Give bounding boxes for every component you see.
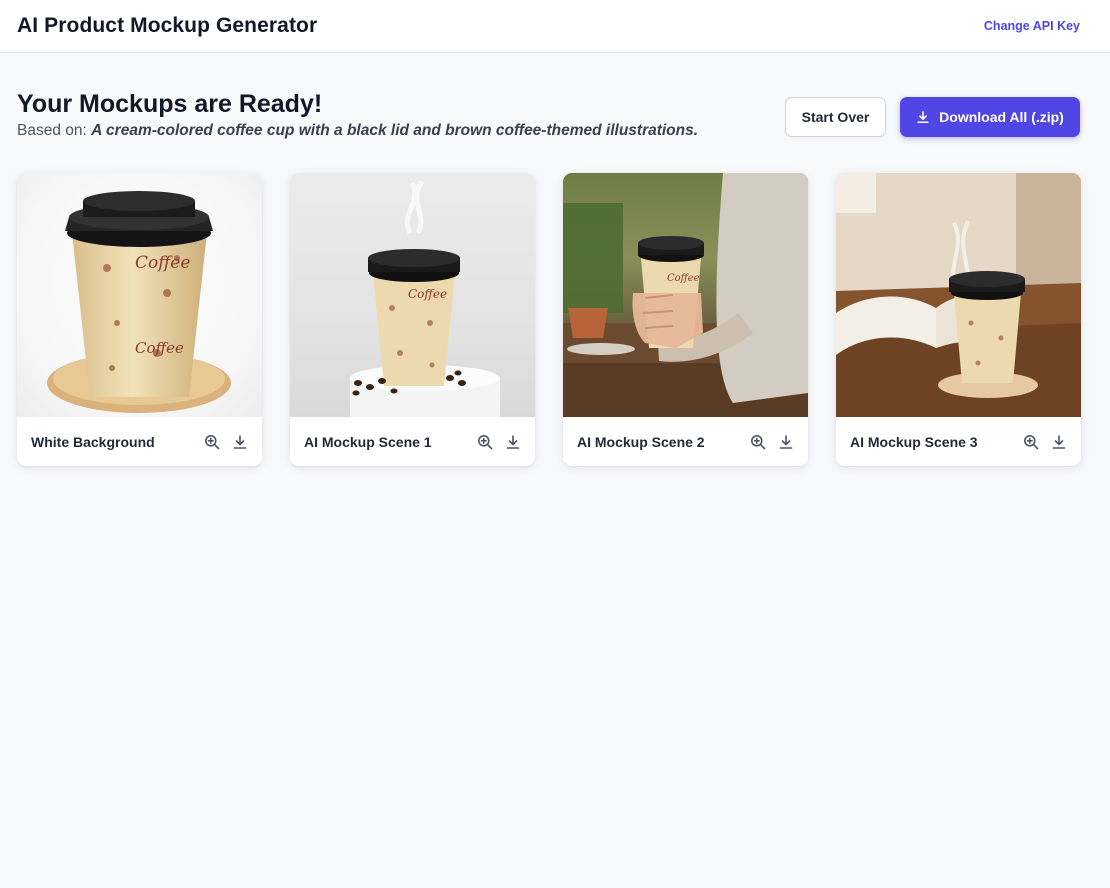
- mockup-grid: Coffee Coffee White Background Coffee AI…: [17, 173, 1081, 466]
- results-heading-block: Your Mockups are Ready! Based on: A crea…: [17, 89, 698, 140]
- mockup-card: Coffee AI Mockup Scene 2: [563, 173, 808, 466]
- results-header: Your Mockups are Ready! Based on: A crea…: [17, 89, 1080, 140]
- based-on-prefix: Based on:: [17, 122, 87, 139]
- download-all-button[interactable]: Download All (.zip): [900, 97, 1080, 137]
- download-icon[interactable]: [504, 433, 521, 450]
- mockup-card-footer: White Background: [17, 417, 262, 466]
- mockup-card-footer: AI Mockup Scene 1: [290, 417, 535, 466]
- mockup-label: White Background: [31, 433, 155, 450]
- mockup-image-white-background[interactable]: Coffee Coffee: [17, 173, 262, 417]
- mockup-card-footer: AI Mockup Scene 2: [563, 417, 808, 466]
- mockup-image-scene-3[interactable]: [836, 173, 1081, 417]
- start-over-button[interactable]: Start Over: [785, 97, 886, 137]
- top-bar: AI Product Mockup Generator Change API K…: [0, 0, 1110, 53]
- mockup-actions: [476, 433, 521, 450]
- download-icon: [917, 110, 929, 124]
- svg-text:Coffee: Coffee: [135, 339, 184, 357]
- mockup-actions: [1022, 433, 1067, 450]
- page-title: Your Mockups are Ready!: [17, 90, 323, 118]
- results-actions: Start Over Download All (.zip): [785, 97, 1080, 137]
- mockup-label: AI Mockup Scene 2: [577, 433, 705, 450]
- svg-text:Coffee: Coffee: [408, 287, 447, 301]
- prompt-summary: Based on: A cream-colored coffee cup wit…: [17, 122, 698, 140]
- mockup-card: Coffee Coffee White Background: [17, 173, 262, 466]
- svg-text:Coffee: Coffee: [667, 273, 700, 284]
- change-api-key-link[interactable]: Change API Key: [984, 19, 1080, 33]
- zoom-in-icon[interactable]: [203, 433, 220, 450]
- zoom-in-icon[interactable]: [476, 433, 493, 450]
- mockup-card-footer: AI Mockup Scene 3: [836, 417, 1081, 466]
- mockup-label: AI Mockup Scene 3: [850, 433, 978, 450]
- prompt-description: A cream-colored coffee cup with a black …: [91, 122, 699, 139]
- download-all-label: Download All (.zip): [939, 109, 1064, 125]
- mockup-image-scene-1[interactable]: Coffee: [290, 173, 535, 417]
- mockup-card: Coffee AI Mockup Scene 1: [290, 173, 535, 466]
- download-icon[interactable]: [231, 433, 248, 450]
- mockup-image-scene-2[interactable]: Coffee: [563, 173, 808, 417]
- main-content: Your Mockups are Ready! Based on: A crea…: [0, 53, 1110, 466]
- download-icon[interactable]: [1050, 433, 1067, 450]
- mockup-actions: [749, 433, 794, 450]
- app-title: AI Product Mockup Generator: [17, 14, 318, 37]
- mockup-actions: [203, 433, 248, 450]
- mockup-label: AI Mockup Scene 1: [304, 433, 432, 450]
- zoom-in-icon[interactable]: [1022, 433, 1039, 450]
- zoom-in-icon[interactable]: [749, 433, 766, 450]
- svg-text:Coffee: Coffee: [135, 253, 190, 273]
- mockup-card: AI Mockup Scene 3: [836, 173, 1081, 466]
- download-icon[interactable]: [777, 433, 794, 450]
